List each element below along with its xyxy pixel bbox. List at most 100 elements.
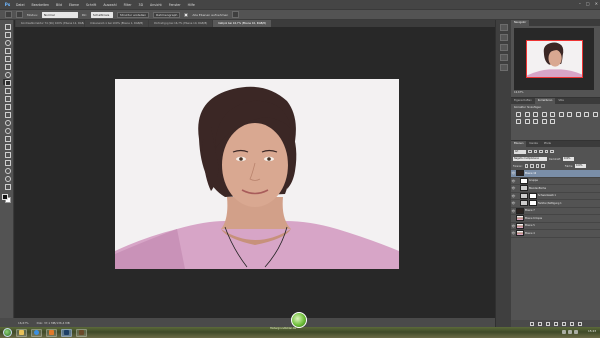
black-white-icon[interactable] <box>575 112 581 117</box>
taskbar-photoshop[interactable] <box>61 328 72 337</box>
crop-tool-icon[interactable] <box>3 55 11 62</box>
character-panel-icon[interactable] <box>499 64 508 71</box>
layer-row[interactable]: 👁 Gruppe <box>511 177 600 185</box>
tab-document-1[interactable]: Kontrastkorrektur 74 (SK) 100% (Ebene 12… <box>16 20 84 27</box>
menu-bearbeiten[interactable]: Bearbeiten <box>32 3 50 7</box>
layer-row[interactable]: 👁 Ebene 4 <box>511 230 600 238</box>
move-tool-icon[interactable] <box>3 23 11 30</box>
threshold-icon[interactable] <box>533 119 538 124</box>
info-panel-icon[interactable] <box>499 44 508 51</box>
new-layer-icon[interactable] <box>569 322 574 326</box>
clock[interactable]: 15:23 <box>588 329 596 333</box>
layer-row[interactable]: 👁 Schwarzweiß 1 <box>511 192 600 200</box>
history-panel-icon[interactable] <box>499 24 508 31</box>
brush-tool-icon[interactable] <box>3 79 11 86</box>
stamp-tool-icon[interactable] <box>3 87 11 94</box>
new-adjustment-icon[interactable] <box>553 322 558 326</box>
tab-ebenen[interactable]: Ebenen <box>511 141 527 147</box>
gradient-tool-icon[interactable] <box>3 111 11 118</box>
tab-kanaele[interactable]: Kanäle <box>526 141 540 147</box>
delete-layer-icon[interactable] <box>577 322 582 326</box>
opacity-field[interactable]: 100% <box>562 156 574 162</box>
curves-icon[interactable] <box>533 112 538 117</box>
start-button[interactable] <box>3 328 12 337</box>
struktur-button[interactable]: Struktur erstellen <box>116 11 150 18</box>
sample-all-checkbox[interactable] <box>184 12 189 17</box>
layer-row[interactable]: 👁 Blendenfläche <box>511 185 600 193</box>
menu-filter[interactable]: Filter <box>124 3 132 7</box>
tab-eigenschaften[interactable]: Eigenschaften <box>511 98 535 104</box>
minimize-button[interactable]: – <box>579 1 581 6</box>
menu-bild[interactable]: Bild <box>56 3 62 7</box>
invert-icon[interactable] <box>516 119 521 124</box>
path-select-tool-icon[interactable] <box>3 151 11 158</box>
blur-tool-icon[interactable] <box>3 119 11 126</box>
menu-schrift[interactable]: Schrift <box>86 3 96 7</box>
brightness-icon[interactable] <box>516 112 521 117</box>
navigator-view-box[interactable] <box>526 40 583 78</box>
dodge-tool-icon[interactable] <box>3 127 11 134</box>
portrait-image[interactable] <box>115 79 399 269</box>
pressure-icon[interactable] <box>232 11 240 18</box>
taskbar-explorer[interactable] <box>16 328 27 337</box>
volume-icon[interactable] <box>568 330 572 334</box>
taskbar-bridge[interactable] <box>76 328 87 337</box>
tab-document-active[interactable]: Katipol bei 16,7% (Ebene 10, RGB/8) <box>213 20 271 27</box>
hue-saturation-icon[interactable] <box>558 112 564 117</box>
menu-auswahl[interactable]: Auswahl <box>103 3 116 7</box>
visibility-eye-icon[interactable]: 👁 <box>511 192 516 199</box>
taskbar-media[interactable] <box>46 328 57 337</box>
lock-transparent-icon[interactable] <box>524 164 529 168</box>
flag-icon[interactable] <box>574 330 578 334</box>
brush-panel-icon[interactable] <box>499 54 508 61</box>
exposure-icon[interactable] <box>541 112 547 117</box>
shape-tool-icon[interactable] <box>3 159 11 166</box>
tab-stile[interactable]: Stile <box>555 98 567 104</box>
gradient-map-icon[interactable] <box>541 119 547 124</box>
navigator-zoom[interactable]: 16,67% <box>514 91 524 94</box>
lock-pixels-icon[interactable] <box>530 164 534 168</box>
filter-shape-icon[interactable] <box>544 149 548 154</box>
rahmen-button[interactable]: Rahmengraph <box>153 11 181 18</box>
layer-row[interactable]: 👁 Ebene 5 <box>511 222 600 230</box>
foreground-color-swatch[interactable] <box>2 194 8 200</box>
pen-tool-icon[interactable] <box>3 135 11 142</box>
modus-select[interactable]: Normal <box>41 11 78 18</box>
type-tool-icon[interactable] <box>3 143 11 150</box>
zoom-tool-icon[interactable] <box>3 175 11 182</box>
brush-size-icon[interactable] <box>16 11 23 18</box>
channel-mixer-icon[interactable] <box>592 112 598 117</box>
taskbar-browser[interactable] <box>31 328 42 337</box>
menu-datei[interactable]: Datei <box>16 3 25 7</box>
filter-adjust-icon[interactable] <box>533 149 537 154</box>
new-group-icon[interactable] <box>561 322 566 326</box>
photo-filter-icon[interactable] <box>584 112 589 117</box>
lock-all-icon[interactable] <box>541 164 545 168</box>
menu-hilfe[interactable]: Hilfe <box>188 3 195 7</box>
navigator-preview[interactable] <box>514 28 594 90</box>
color-balance-icon[interactable] <box>567 112 572 117</box>
selective-color-icon[interactable] <box>550 119 555 124</box>
network-icon[interactable] <box>562 330 566 334</box>
schaltkreis-select[interactable]: Schaltkreis <box>90 11 113 18</box>
layer-row[interactable]: 👁 Ebene 7 <box>511 207 600 215</box>
quick-select-tool-icon[interactable] <box>3 47 11 54</box>
healing-tool-icon[interactable] <box>3 71 11 78</box>
history-brush-tool-icon[interactable] <box>3 95 11 102</box>
layer-filter-select[interactable]: Art <box>514 149 526 154</box>
visibility-eye-icon[interactable]: 👁 <box>511 185 516 192</box>
menu-fenster[interactable]: Fenster <box>169 3 181 7</box>
tab-pfade[interactable]: Pfade <box>541 141 554 147</box>
canvas-area[interactable] <box>15 27 495 318</box>
eyedropper-tool-icon[interactable] <box>3 63 11 70</box>
filter-pixel-icon[interactable] <box>528 149 532 154</box>
posterize-icon[interactable] <box>524 119 530 124</box>
add-mask-icon[interactable] <box>545 322 550 326</box>
tab-korrekturen[interactable]: Korrekturen <box>534 98 556 104</box>
menu-3d[interactable]: 3D <box>139 3 143 7</box>
menu-ansicht[interactable]: Ansicht <box>150 3 162 7</box>
vibrance-icon[interactable] <box>550 112 555 117</box>
brush-preset-icon[interactable] <box>5 11 12 18</box>
lasso-tool-icon[interactable] <box>3 39 11 46</box>
layer-row[interactable]: 👁 Farbton/Sättigung 1 <box>511 200 600 208</box>
